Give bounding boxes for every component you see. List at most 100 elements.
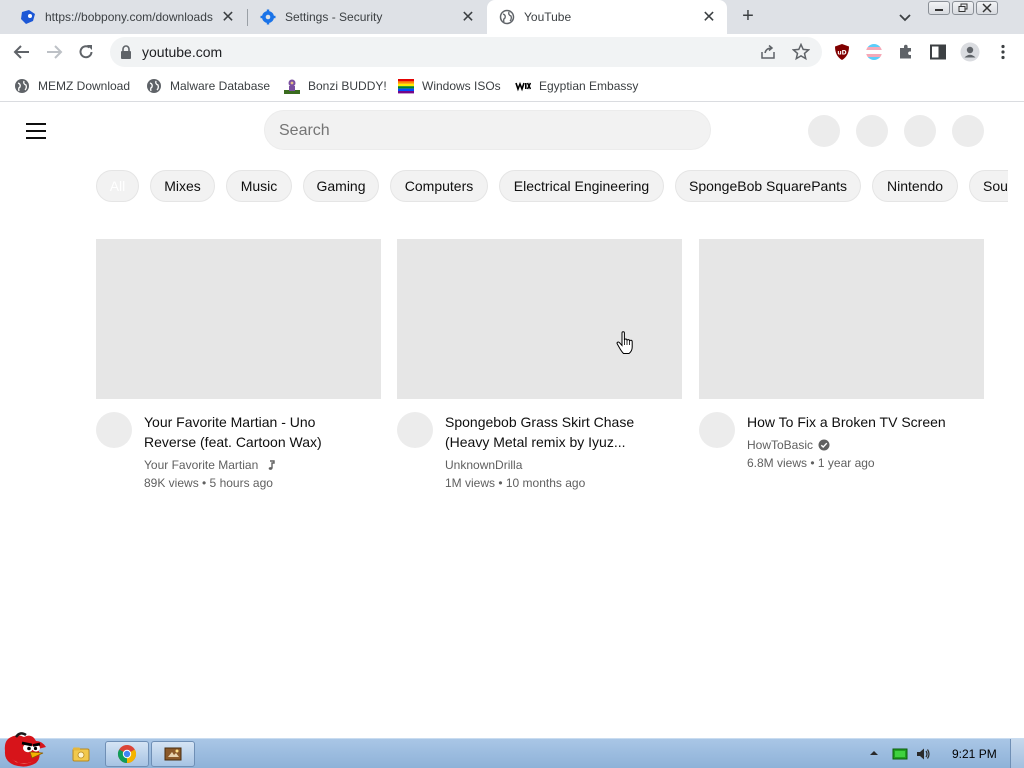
taskbar-clock[interactable]: 9:21 PM (952, 747, 997, 761)
side-panel-icon[interactable] (929, 43, 947, 61)
wix-icon (515, 81, 531, 92)
video-card[interactable]: Spongebob Grass Skirt Chase (Heavy Metal… (397, 239, 682, 499)
bookmark-malware-database[interactable]: Malware Database (146, 77, 270, 95)
video-card[interactable]: How To Fix a Broken TV Screen HowToBasic… (699, 239, 984, 499)
sonic-favicon-icon (21, 10, 35, 24)
header-button-placeholder[interactable] (904, 115, 936, 147)
window-controls (928, 1, 998, 15)
tab-title: YouTube (524, 10, 572, 24)
channel-name[interactable]: UnknownDrilla (445, 458, 522, 472)
channel-name-text: Your Favorite Martian (144, 458, 259, 472)
minimize-button[interactable] (928, 1, 950, 15)
hamburger-line (26, 123, 46, 125)
show-hidden-icons-chevron-icon[interactable] (868, 747, 880, 759)
bookmark-star-icon[interactable] (792, 43, 810, 61)
chip-sound[interactable]: Sound (969, 170, 1008, 202)
chip-mixes[interactable]: Mixes (150, 170, 215, 202)
restore-button[interactable] (952, 1, 974, 15)
bookmark-bonzi-buddy[interactable]: Bonzi BUDDY! (284, 77, 387, 95)
trans-flag-extension-icon[interactable] (865, 43, 883, 61)
music-note-icon (268, 460, 275, 470)
bookmark-memz-download[interactable]: MEMZ Download (14, 77, 130, 95)
video-title-line: Your Favorite Martian - Uno (144, 414, 316, 430)
tab-bobpony[interactable]: https://bobpony.com/downloads ✕ (0, 0, 246, 34)
chip-nintendo[interactable]: Nintendo (872, 170, 958, 202)
video-meta: How To Fix a Broken TV Screen HowToBasic… (699, 399, 984, 499)
channel-name[interactable]: Your Favorite Martian (144, 458, 277, 472)
chip-all[interactable]: All (96, 170, 139, 202)
tab-youtube[interactable]: YouTube ✕ (487, 0, 727, 34)
video-meta: Your Favorite Martian - Uno Reverse (fea… (96, 399, 381, 499)
settings-gear-icon (260, 9, 276, 25)
bookmark-label: Bonzi BUDDY! (308, 79, 387, 93)
tab-settings-security[interactable]: Settings - Security ✕ (240, 0, 486, 34)
forward-button[interactable] (44, 42, 64, 62)
channel-name-text: HowToBasic (747, 438, 814, 452)
new-tab-button[interactable]: + (737, 6, 759, 28)
close-tab-icon[interactable]: ✕ (220, 9, 236, 26)
video-title[interactable]: Your Favorite Martian - Uno Reverse (fea… (144, 412, 374, 452)
menu-hamburger-icon[interactable] (26, 123, 46, 139)
show-desktop-button[interactable] (1010, 739, 1024, 768)
taskbar-chrome-button[interactable] (105, 741, 149, 767)
chip-spongebob-squarepants[interactable]: SpongeBob SquarePants (675, 170, 861, 202)
network-battery-icon[interactable] (892, 746, 908, 762)
hamburger-line (26, 137, 46, 139)
more-options-icon[interactable] (994, 43, 1012, 61)
chip-electrical-engineering[interactable]: Electrical Engineering (499, 170, 664, 202)
channel-avatar[interactable] (699, 412, 735, 448)
explorer-folder-icon[interactable] (72, 745, 90, 763)
bookmark-windows-isos[interactable]: Windows ISOs (398, 77, 501, 95)
tab-title: Settings - Security (285, 10, 383, 24)
video-title[interactable]: How To Fix a Broken TV Screen (747, 412, 977, 432)
verified-check-icon (818, 439, 830, 451)
header-button-placeholder[interactable] (856, 115, 888, 147)
ublock-origin-icon[interactable]: uD (833, 43, 851, 61)
chip-computers[interactable]: Computers (390, 170, 488, 202)
tab-search-chevron-icon[interactable] (896, 8, 914, 26)
share-icon[interactable] (760, 44, 776, 60)
address-bar[interactable]: youtube.com (110, 37, 822, 67)
video-thumbnail[interactable] (96, 239, 381, 399)
channel-avatar[interactable] (397, 412, 433, 448)
filter-chips-bar: All Mixes Music Gaming Computers Electri… (96, 170, 1008, 204)
video-thumbnail[interactable] (699, 239, 984, 399)
browser-toolbar: youtube.com uD (0, 34, 1024, 70)
video-stats: 1M views • 10 months ago (445, 476, 586, 490)
video-meta: Spongebob Grass Skirt Chase (Heavy Metal… (397, 399, 682, 499)
lock-icon[interactable] (120, 45, 132, 59)
video-title[interactable]: Spongebob Grass Skirt Chase (Heavy Metal… (445, 412, 675, 452)
chip-music[interactable]: Music (226, 170, 292, 202)
app-window-icon (164, 747, 182, 761)
close-window-button[interactable] (976, 1, 998, 15)
header-button-placeholder[interactable] (808, 115, 840, 147)
back-button[interactable] (12, 42, 32, 62)
screen: https://bobpony.com/downloads ✕ Settings… (0, 0, 1024, 768)
url-text[interactable]: youtube.com (142, 44, 222, 60)
svg-text:uD: uD (837, 50, 846, 57)
close-tab-icon[interactable]: ✕ (460, 9, 476, 26)
reload-button[interactable] (76, 42, 96, 62)
channel-avatar[interactable] (96, 412, 132, 448)
extensions-puzzle-icon[interactable] (897, 43, 915, 61)
globe-icon (15, 79, 29, 93)
volume-speaker-icon[interactable] (915, 746, 931, 762)
search-input[interactable]: Search (264, 110, 711, 150)
search-placeholder: Search (279, 122, 330, 139)
bookmark-egyptian-embassy[interactable]: Egyptian Embassy (515, 77, 638, 95)
video-title-line: Reverse (feat. Cartoon Wax) (144, 434, 322, 450)
channel-name-text: UnknownDrilla (445, 458, 523, 472)
angry-bird-start-icon[interactable] (2, 731, 48, 768)
chip-gaming[interactable]: Gaming (303, 170, 379, 202)
video-card[interactable]: Your Favorite Martian - Uno Reverse (fea… (96, 239, 381, 499)
close-tab-icon[interactable]: ✕ (701, 9, 717, 26)
restore-icon (958, 3, 968, 12)
taskbar-app-button[interactable] (151, 741, 195, 767)
video-stats: 89K views • 5 hours ago (144, 476, 273, 490)
video-title-line: Spongebob Grass Skirt Chase (445, 414, 635, 430)
header-button-placeholder[interactable] (952, 115, 984, 147)
video-thumbnail[interactable] (397, 239, 682, 399)
back-arrow-icon (13, 45, 29, 59)
channel-name[interactable]: HowToBasic (747, 438, 830, 452)
profile-avatar-icon[interactable] (960, 42, 980, 62)
